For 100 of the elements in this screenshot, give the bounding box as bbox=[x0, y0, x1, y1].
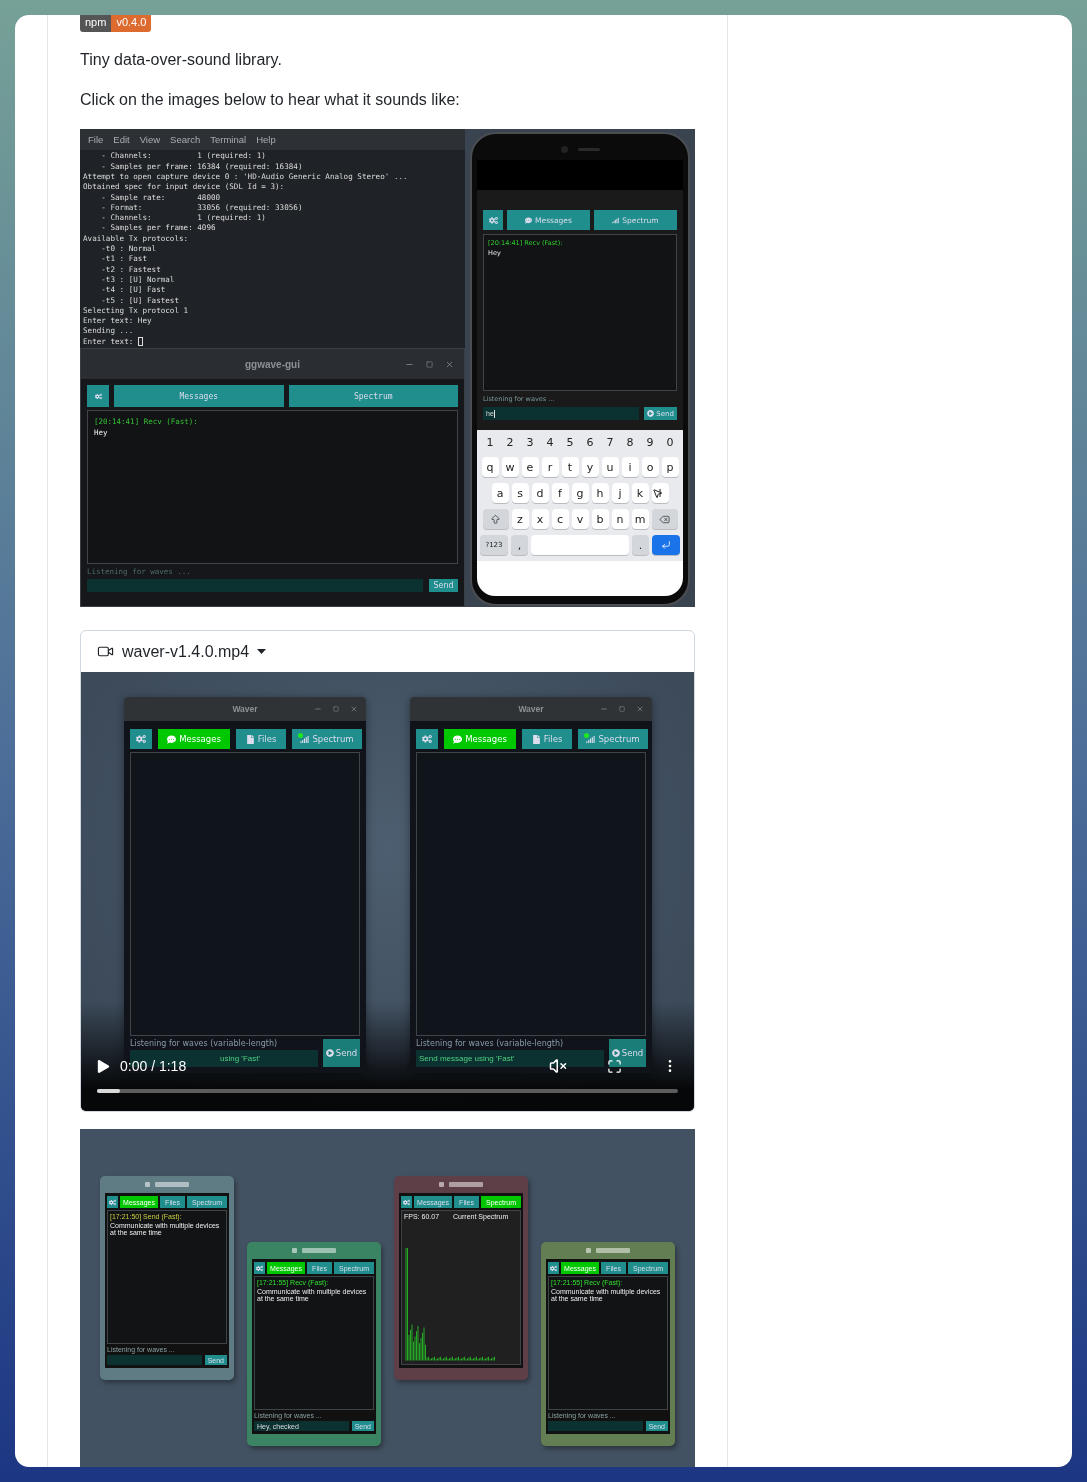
enter-key[interactable] bbox=[652, 535, 680, 555]
speech-bubble-icon bbox=[167, 734, 177, 744]
keyboard-key[interactable]: r bbox=[541, 457, 559, 477]
status-text: Listening for waves (variable-length) bbox=[130, 1039, 279, 1048]
message-input[interactable] bbox=[107, 1355, 202, 1365]
gears-icon bbox=[136, 734, 146, 744]
gears-icon bbox=[403, 1198, 410, 1206]
keyboard-key[interactable]: , bbox=[511, 535, 528, 555]
keyboard-key[interactable]: n bbox=[611, 509, 629, 529]
file-icon bbox=[531, 734, 541, 744]
keyboard-key[interactable]: g bbox=[571, 483, 589, 503]
mouse-pointer-icon bbox=[652, 488, 663, 499]
keyboard-key[interactable]: 2 bbox=[501, 433, 519, 451]
keyboard-key[interactable]: u bbox=[601, 457, 619, 477]
keyboard-key[interactable]: d bbox=[531, 483, 549, 503]
close-icon[interactable] bbox=[636, 705, 644, 713]
keyboard-key[interactable]: 6 bbox=[581, 433, 599, 451]
settings-button[interactable] bbox=[130, 729, 152, 749]
send-button[interactable]: Send bbox=[609, 1039, 646, 1067]
keyboard-key[interactable]: j bbox=[611, 483, 629, 503]
status-text: Listening for waves (variable-length) bbox=[416, 1039, 565, 1048]
version-badge[interactable]: npm v0.4.0 bbox=[80, 15, 727, 32]
keyboard-key[interactable]: m bbox=[631, 509, 649, 529]
text-cursor bbox=[137, 337, 143, 347]
keyboard-key[interactable]: f bbox=[551, 483, 569, 503]
keyboard-key[interactable]: p bbox=[661, 457, 679, 477]
keyboard-key[interactable]: 5 bbox=[561, 433, 579, 451]
close-icon[interactable] bbox=[350, 705, 358, 713]
keyboard-key[interactable]: i bbox=[621, 457, 639, 477]
backspace-key[interactable] bbox=[651, 509, 678, 529]
keyboard-key[interactable]: o bbox=[641, 457, 659, 477]
keyboard-key[interactable]: a bbox=[491, 483, 509, 503]
settings-button[interactable] bbox=[254, 1262, 265, 1274]
settings-button[interactable] bbox=[401, 1196, 412, 1208]
keyboard-key[interactable]: w bbox=[501, 457, 519, 477]
menu-item[interactable]: Search bbox=[170, 134, 201, 146]
instruction-text: Click on the images below to hear what it sounds like: bbox=[80, 90, 461, 110]
keyboard-key[interactable]: z bbox=[511, 509, 529, 529]
keyboard-key[interactable]: . bbox=[632, 535, 649, 555]
signal-bars-icon bbox=[612, 216, 620, 224]
keyboard-key[interactable]: v bbox=[571, 509, 589, 529]
minimize-icon[interactable] bbox=[600, 705, 608, 713]
minimize-icon[interactable] bbox=[314, 705, 322, 713]
maximize-icon[interactable] bbox=[619, 706, 625, 712]
keyboard-key[interactable]: e bbox=[521, 457, 539, 477]
file-icon bbox=[245, 734, 255, 744]
caret-icon[interactable] bbox=[257, 649, 267, 654]
keyboard-key[interactable]: 3 bbox=[521, 433, 539, 451]
keyboard-key[interactable]: h bbox=[591, 483, 609, 503]
menu-item[interactable]: Help bbox=[256, 134, 276, 146]
menu-item[interactable]: Edit bbox=[113, 134, 130, 146]
menu-item[interactable]: Terminal bbox=[210, 134, 247, 146]
speaker-grille bbox=[596, 1248, 630, 1253]
message-input[interactable] bbox=[87, 579, 423, 592]
keyboard-key[interactable]: 8 bbox=[621, 433, 639, 451]
signal-bars-icon bbox=[586, 734, 596, 744]
gears-icon bbox=[422, 734, 432, 744]
progress-track[interactable] bbox=[97, 1089, 678, 1093]
message-input[interactable]: Send message using 'Fast' bbox=[416, 1050, 604, 1067]
keyboard-key[interactable]: s bbox=[511, 483, 529, 503]
gears-icon bbox=[488, 215, 498, 225]
send-button[interactable]: Send bbox=[323, 1039, 360, 1067]
settings-button[interactable] bbox=[483, 210, 503, 230]
keyboard-key[interactable]: x bbox=[531, 509, 549, 529]
message-input[interactable] bbox=[548, 1421, 643, 1431]
shift-arrow-icon bbox=[490, 513, 501, 525]
keyboard-key[interactable]: k bbox=[631, 483, 649, 503]
keyboard-key[interactable]: b bbox=[591, 509, 609, 529]
settings-button[interactable] bbox=[416, 729, 438, 749]
keyboard-key[interactable]: c bbox=[551, 509, 569, 529]
shift-key[interactable] bbox=[482, 509, 509, 529]
video-player[interactable]: Waver Messages Files Spectrum Listening for waves (variable-length) using 'Fast' Send Waver Messages Files Spectrum Listening for waves (variable-length) Send message using 'Fast' Send 0:00 / 1:18 bbox=[81, 672, 694, 1111]
keyboard-key[interactable]: 4 bbox=[541, 433, 559, 451]
menu-item[interactable]: View bbox=[139, 134, 161, 146]
menu-item[interactable]: File bbox=[88, 134, 104, 146]
window-title: ggwave-gui bbox=[245, 358, 300, 370]
video-filename[interactable]: waver-v1.4.0.mp4 bbox=[122, 642, 250, 661]
maximize-icon[interactable] bbox=[426, 360, 433, 368]
settings-button[interactable] bbox=[107, 1196, 118, 1208]
settings-button[interactable] bbox=[87, 385, 109, 407]
close-icon[interactable] bbox=[445, 359, 454, 369]
keyboard-key[interactable]: y bbox=[581, 457, 599, 477]
demo-screenshot[interactable] bbox=[80, 129, 695, 607]
keyboard-key[interactable]: t bbox=[561, 457, 579, 477]
speaker-grille bbox=[155, 1182, 189, 1187]
keyboard-key[interactable]: 0 bbox=[661, 433, 679, 451]
gears-icon bbox=[94, 392, 102, 400]
keyboard-key[interactable]: q bbox=[481, 457, 499, 477]
backspace-icon bbox=[659, 513, 670, 525]
settings-button[interactable] bbox=[548, 1262, 559, 1274]
keyboard-key[interactable]: 7 bbox=[601, 433, 619, 451]
gears-icon bbox=[550, 1264, 557, 1272]
muted-speaker-icon[interactable] bbox=[549, 1057, 567, 1075]
keyboard-key[interactable]: 9 bbox=[641, 433, 659, 451]
window-title: Waver bbox=[232, 704, 258, 714]
fullscreen-icon[interactable] bbox=[607, 1058, 622, 1074]
play-button[interactable] bbox=[97, 1059, 110, 1073]
keyboard-key[interactable]: 1 bbox=[481, 433, 499, 451]
speech-bubble-icon bbox=[453, 734, 463, 744]
maximize-icon[interactable] bbox=[333, 706, 339, 712]
